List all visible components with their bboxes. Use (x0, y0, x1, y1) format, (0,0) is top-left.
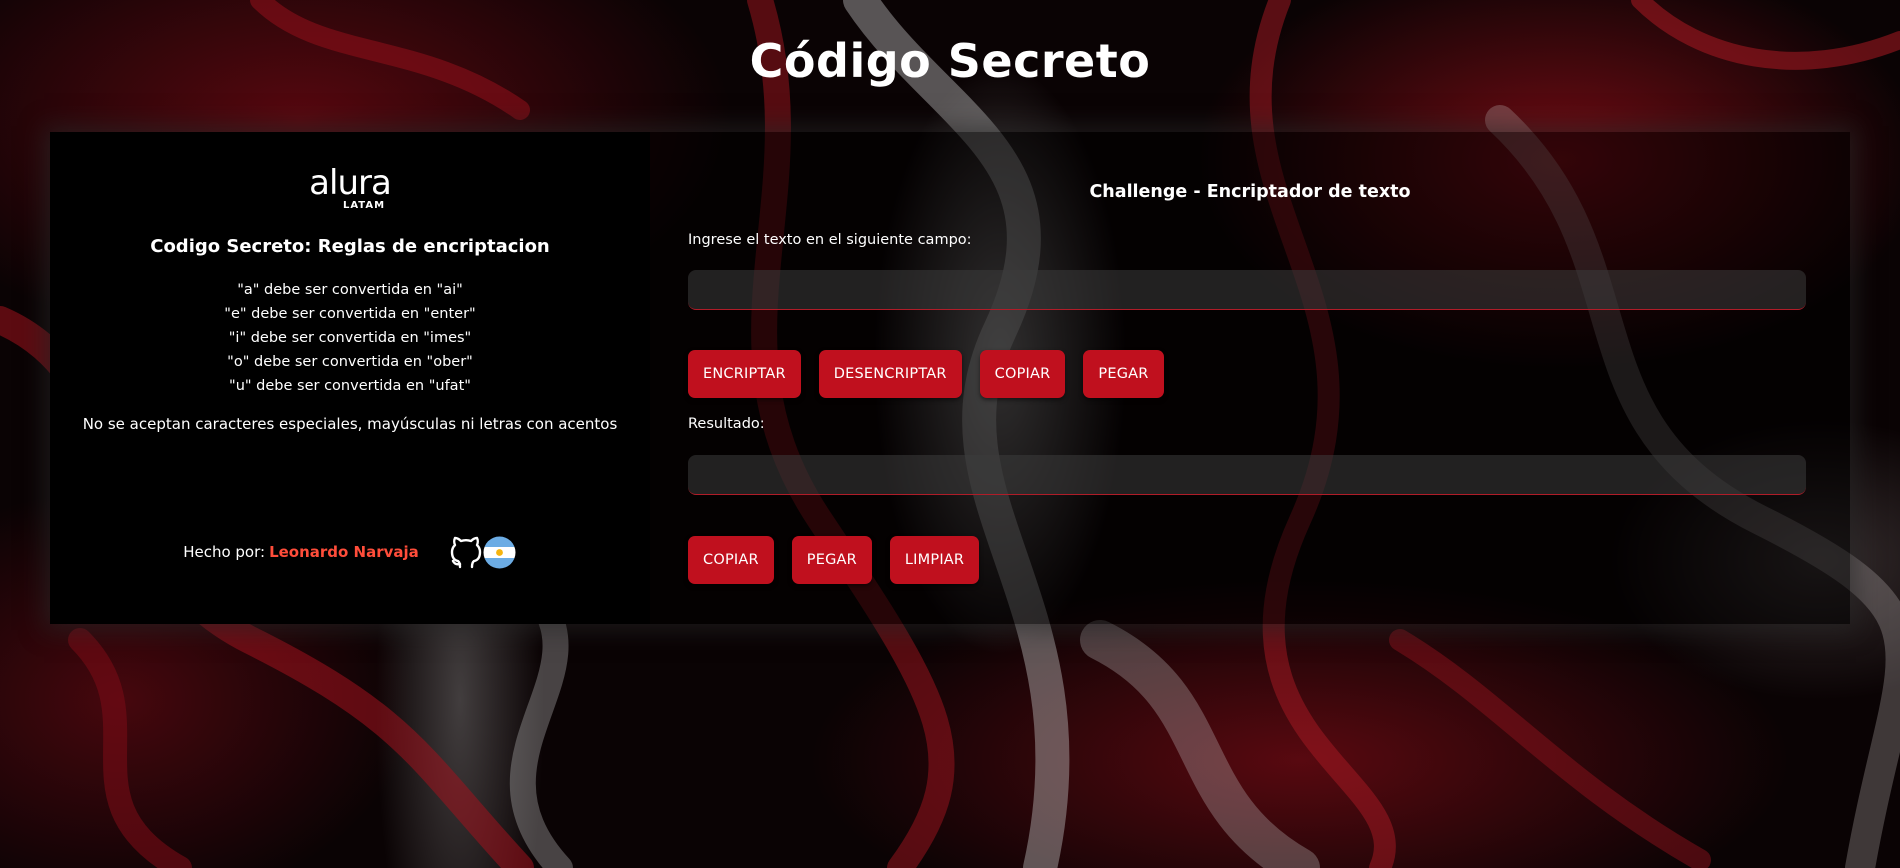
copy-button[interactable]: COPIAR (979, 350, 1066, 398)
challenge-title: Challenge - Encriptador de texto (1089, 182, 1411, 202)
input-label: Ingrese el texto en el siguiente campo: (688, 232, 972, 248)
argentina-flag-icon (483, 536, 516, 568)
encrypt-button[interactable]: ENCRIPTAR (688, 350, 801, 398)
clear-button[interactable]: LIMPIAR (889, 536, 980, 584)
result-paste-button[interactable]: PEGAR (791, 536, 872, 584)
github-icon (450, 536, 482, 569)
rule-item: "e" debe ser convertida en "enter" (224, 306, 476, 322)
credits: Hecho por: Leonardo Narvaja (50, 534, 650, 570)
main-card: alura LATAM Codigo Secreto: Reglas de en… (50, 132, 1850, 624)
rule-item: "i" debe ser convertida en "imes" (228, 330, 472, 346)
author-link[interactable]: Leonardo Narvaja (269, 543, 419, 561)
github-link[interactable] (449, 534, 483, 570)
credits-prefix: Hecho por: (183, 543, 266, 561)
result-field[interactable] (688, 455, 1806, 495)
rules-note: No se aceptan caracteres especiales, may… (82, 415, 618, 433)
logo-text: alura (309, 163, 392, 203)
input-actions: ENCRIPTAR DESENCRIPTAR COPIAR PEGAR (688, 350, 1164, 398)
result-copy-button[interactable]: COPIAR (688, 536, 774, 584)
result-actions: COPIAR PEGAR LIMPIAR (688, 536, 980, 584)
rule-item: "o" debe ser convertida en "ober" (227, 354, 473, 370)
rules-panel: alura LATAM Codigo Secreto: Reglas de en… (50, 132, 650, 624)
decrypt-button[interactable]: DESENCRIPTAR (818, 350, 962, 398)
rules-list: "a" debe ser convertida en "ai" "e" debe… (50, 278, 650, 398)
paste-button[interactable]: PEGAR (1083, 350, 1164, 398)
alura-logo: alura LATAM (50, 163, 650, 211)
text-input[interactable] (688, 270, 1806, 310)
result-label: Resultado: (688, 416, 765, 432)
rule-item: "u" debe ser convertida en "ufat" (229, 378, 471, 394)
flag-link[interactable] (483, 535, 517, 569)
rules-title: Codigo Secreto: Reglas de encriptacion (150, 236, 550, 257)
logo-subtext: LATAM (342, 200, 386, 211)
encryptor-panel: Challenge - Encriptador de texto Ingrese… (650, 132, 1850, 624)
page-title: Código Secreto (749, 34, 1151, 88)
rule-item: "a" debe ser convertida en "ai" (237, 282, 463, 298)
